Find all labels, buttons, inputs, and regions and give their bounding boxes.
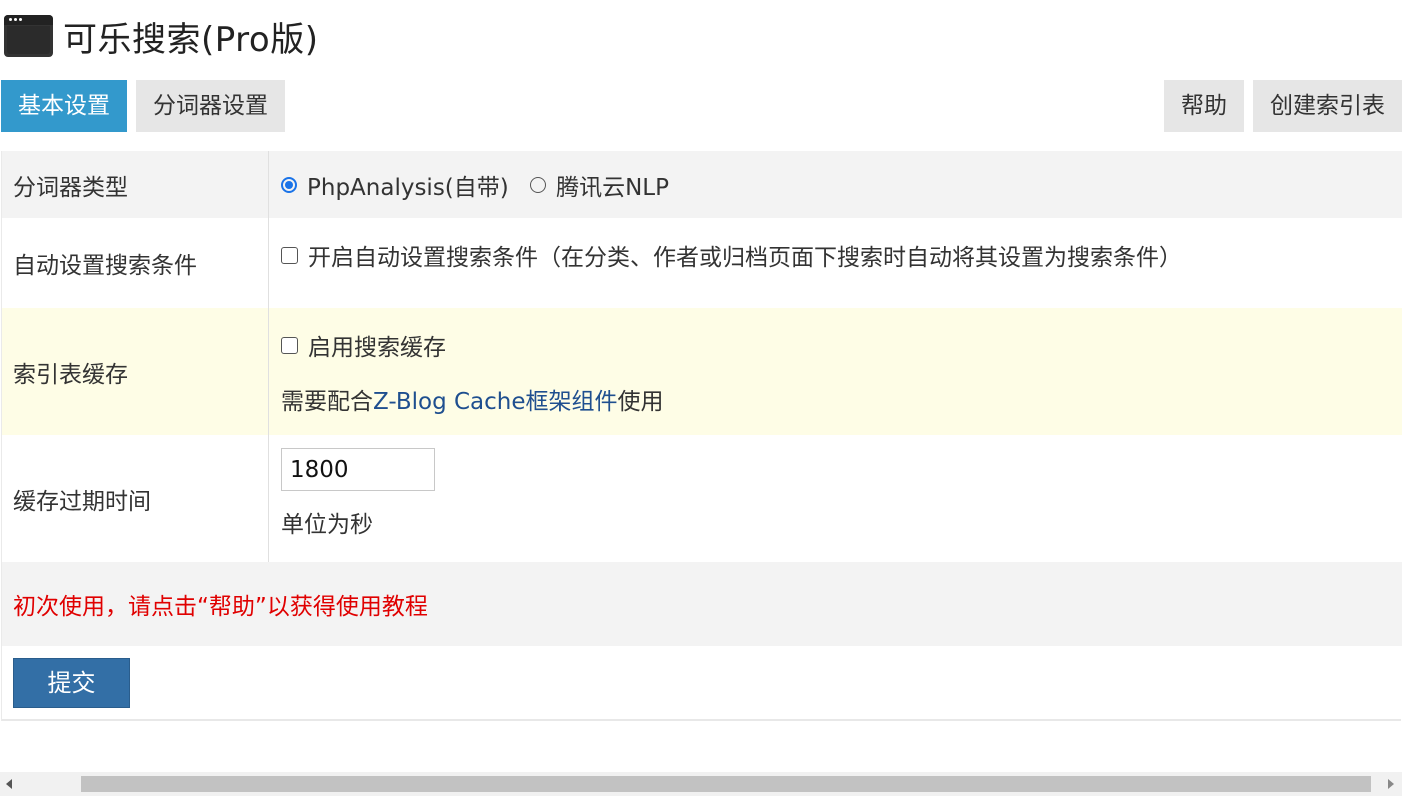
auto-condition-label: 自动设置搜索条件 <box>1 218 269 308</box>
scrollbar-thumb[interactable] <box>81 776 1371 792</box>
radio-tencent-nlp-label: 腾讯云NLP <box>556 174 669 201</box>
create-index-button[interactable]: 创建索引表 <box>1253 80 1402 132</box>
tab-segmenter-settings[interactable]: 分词器设置 <box>136 80 285 132</box>
radio-phpanalysis[interactable] <box>281 176 297 193</box>
cache-expire-row: 缓存过期时间 单位为秒 <box>1 435 1402 562</box>
index-cache-checkbox[interactable] <box>281 336 298 354</box>
cache-expire-input[interactable] <box>281 448 435 491</box>
settings-form: 分词器类型 PhpAnalysis(自带) 腾讯云NLP 自动设置搜索条件 开启… <box>1 151 1402 721</box>
segmenter-label: 分词器类型 <box>1 151 269 218</box>
zblog-cache-link[interactable]: Z-Blog Cache框架组件 <box>373 389 618 415</box>
tab-basic-settings[interactable]: 基本设置 <box>1 80 127 132</box>
scroll-left-icon[interactable] <box>6 779 12 789</box>
auto-condition-checkbox[interactable] <box>281 246 298 264</box>
submit-button[interactable]: 提交 <box>13 658 130 708</box>
segmenter-option-tencent[interactable]: 腾讯云NLP <box>530 168 669 202</box>
index-cache-label: 索引表缓存 <box>1 308 269 435</box>
index-cache-row: 索引表缓存 启用搜索缓存 需要配合Z-Blog Cache框架组件使用 <box>1 308 1402 435</box>
page-header: 可乐搜索(Pro版) <box>4 10 318 62</box>
cache-expire-label: 缓存过期时间 <box>1 435 269 562</box>
first-use-notice: 初次使用，请点击“帮助”以获得使用教程 <box>13 594 428 620</box>
auto-condition-option[interactable]: 开启自动设置搜索条件（在分类、作者或归档页面下搜索时自动将其设置为搜索条件） <box>281 238 1182 272</box>
app-window-icon <box>4 15 53 57</box>
index-cache-note-prefix: 需要配合 <box>281 389 373 415</box>
header-actions: 帮助 创建索引表 <box>1155 80 1402 132</box>
notice-row: 初次使用，请点击“帮助”以获得使用教程 <box>1 562 1402 646</box>
index-cache-note: 需要配合Z-Blog Cache框架组件使用 <box>281 382 1402 416</box>
horizontal-scrollbar[interactable] <box>0 772 1402 796</box>
index-cache-option[interactable]: 启用搜索缓存 <box>281 328 446 362</box>
auto-condition-row: 自动设置搜索条件 开启自动设置搜索条件（在分类、作者或归档页面下搜索时自动将其设… <box>1 218 1402 308</box>
index-cache-note-suffix: 使用 <box>617 389 664 415</box>
radio-phpanalysis-label: PhpAnalysis(自带) <box>307 174 509 201</box>
auto-condition-checkbox-label: 开启自动设置搜索条件（在分类、作者或归档页面下搜索时自动将其设置为搜索条件） <box>308 245 1182 271</box>
segmenter-option-phpanalysis[interactable]: PhpAnalysis(自带) <box>281 168 509 202</box>
submit-row <box>1 646 1402 721</box>
settings-tabs: 基本设置 分词器设置 <box>1 80 294 132</box>
cache-expire-unit: 单位为秒 <box>281 512 373 538</box>
radio-tencent-nlp[interactable] <box>530 176 547 193</box>
page-title: 可乐搜索(Pro版) <box>63 19 319 60</box>
index-cache-checkbox-label: 启用搜索缓存 <box>308 335 446 361</box>
scroll-right-icon[interactable] <box>1388 779 1394 789</box>
help-button[interactable]: 帮助 <box>1164 80 1244 132</box>
segmenter-row: 分词器类型 PhpAnalysis(自带) 腾讯云NLP <box>1 151 1402 218</box>
